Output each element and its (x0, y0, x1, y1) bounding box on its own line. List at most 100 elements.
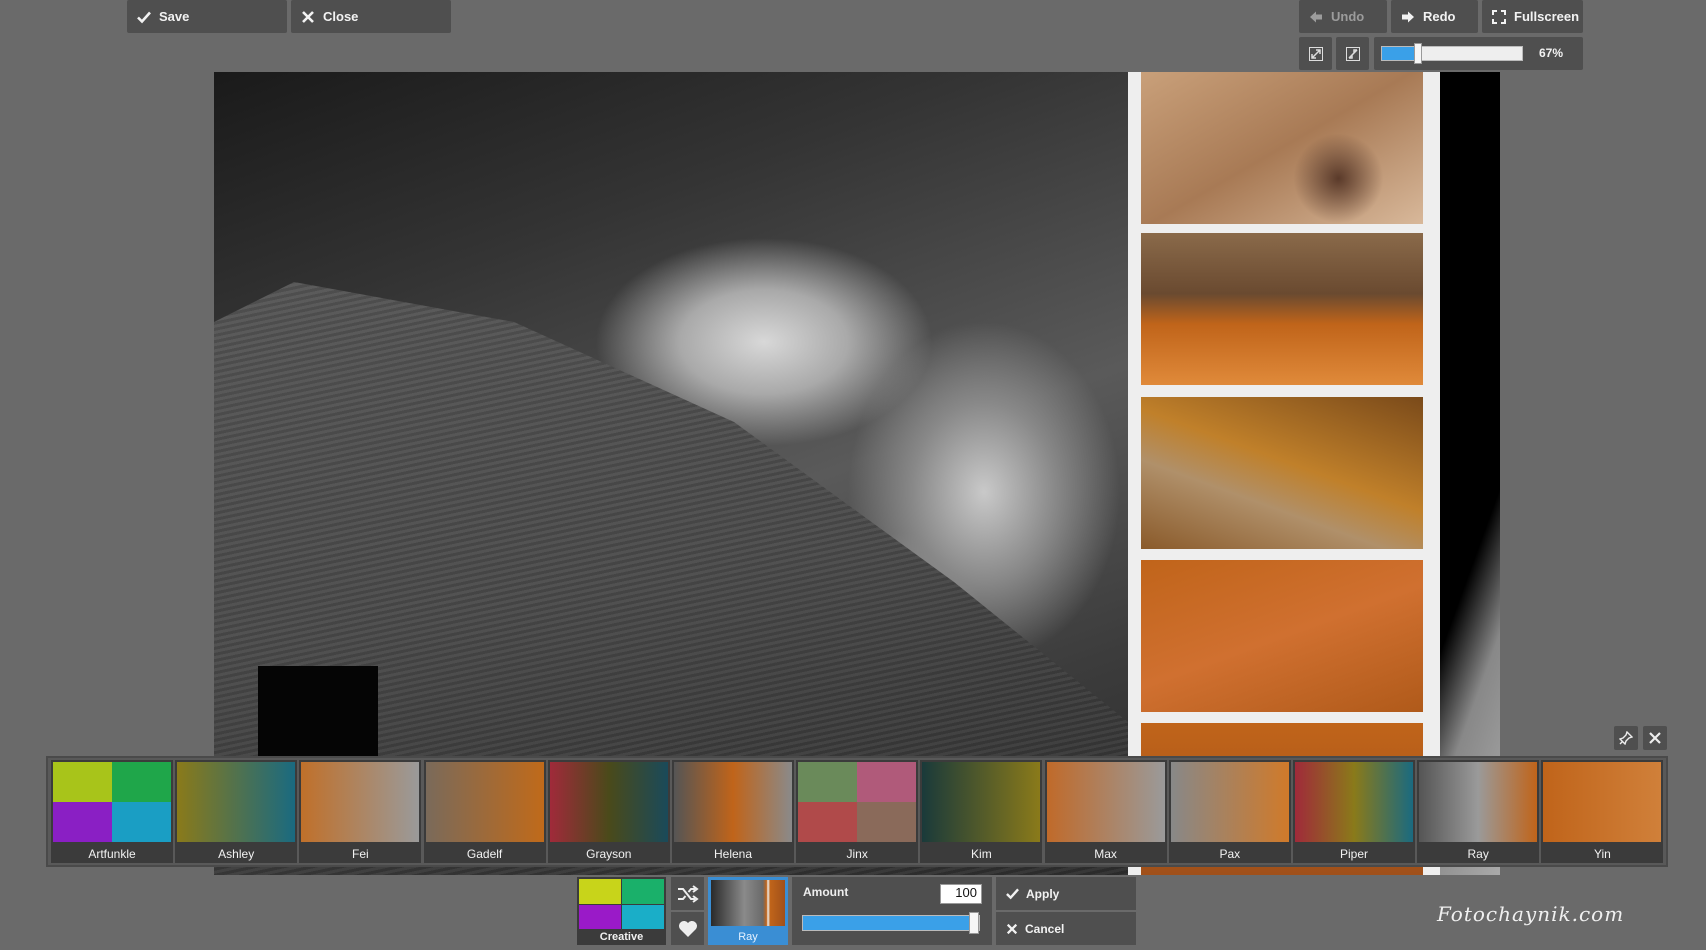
filter-thumbnail (1046, 762, 1165, 842)
save-label: Save (159, 9, 190, 24)
amount-slider-thumb[interactable] (969, 912, 979, 934)
filter-label: Jinx (846, 847, 868, 861)
zoom-slider-thumb[interactable] (1414, 43, 1423, 64)
close-icon (1006, 923, 1018, 934)
filter-strip: Artfunkle Ashley Fei Gadelf Grayson Helena Jin… (46, 756, 1668, 867)
filter-label: Max (1094, 847, 1117, 861)
watermark: Fotochaynik.com (1437, 902, 1625, 926)
zoom-slider[interactable] (1381, 43, 1523, 64)
filter-gadelf[interactable]: Gadelf (423, 760, 546, 863)
current-filter-thumbnail (711, 880, 785, 926)
filter-thumbnail (674, 762, 792, 842)
filter-thumbnail (53, 762, 171, 842)
apply-label: Apply (1026, 886, 1060, 901)
filter-thumbnail (1170, 762, 1289, 842)
cancel-button[interactable]: Cancel (996, 912, 1136, 945)
filter-label: Kim (971, 847, 992, 861)
redo-label: Redo (1423, 9, 1456, 24)
filter-thumbnail (425, 762, 544, 842)
filter-label: Ashley (218, 847, 255, 861)
filter-label: Ray (1467, 847, 1489, 861)
filter-label: Grayson (586, 847, 632, 861)
save-button[interactable]: Save (127, 0, 287, 33)
fullscreen-button[interactable]: Fullscreen (1482, 0, 1583, 33)
shuffle-icon (677, 884, 699, 903)
filter-label: Yin (1593, 847, 1611, 861)
fit-to-screen-button[interactable] (1299, 37, 1332, 70)
filter-thumbnail (1419, 762, 1538, 842)
filter-thumbnail (301, 762, 420, 842)
heart-icon (678, 920, 697, 937)
arrow-left-icon (1310, 11, 1322, 22)
amount-slider[interactable] (802, 912, 980, 934)
pin-button[interactable] (1614, 726, 1638, 750)
redo-button[interactable]: Redo (1391, 0, 1478, 33)
filter-yin[interactable]: Yin (1541, 760, 1664, 863)
filter-artfunkle[interactable]: Artfunkle (51, 760, 173, 863)
apply-button[interactable]: Apply (996, 877, 1136, 910)
filter-label: Fei (352, 847, 369, 861)
actual-size-icon (1345, 46, 1360, 61)
film-frame (1141, 233, 1423, 385)
tree-thumb (622, 904, 664, 929)
filter-panel-close-button[interactable] (1643, 726, 1667, 750)
photo-edge (1440, 72, 1500, 875)
tree-thumb (579, 904, 621, 929)
category-label: Creative (599, 931, 644, 943)
cancel-label: Cancel (1025, 921, 1065, 936)
checkmark-icon (137, 11, 151, 23)
undo-button[interactable]: Undo (1299, 0, 1387, 33)
film-frame (1141, 72, 1423, 224)
zoom-value: 67% (1539, 46, 1564, 60)
filter-helena[interactable]: Helena (672, 760, 794, 863)
shuffle-button[interactable] (671, 877, 704, 910)
amount-label: Amount (803, 885, 849, 899)
film-frame (1141, 397, 1423, 549)
filter-thumbnail (798, 762, 917, 842)
photo-film-strip (1128, 72, 1440, 875)
tree-thumb (579, 879, 621, 904)
filter-max[interactable]: Max (1044, 760, 1167, 863)
amount-control: Amount 100 (792, 877, 992, 945)
current-filter-label: Ray (738, 931, 758, 943)
filter-ashley[interactable]: Ashley (175, 760, 298, 863)
filter-thumbnail (1543, 762, 1662, 842)
close-icon (302, 10, 314, 23)
filter-pax[interactable]: Pax (1168, 760, 1291, 863)
filter-label: Pax (1219, 847, 1241, 861)
filter-fei[interactable]: Fei (299, 760, 422, 863)
filter-grayson[interactable]: Grayson (547, 760, 670, 863)
filter-jinx[interactable]: Jinx (796, 760, 919, 863)
tree-thumb (622, 879, 664, 904)
actual-size-button[interactable] (1336, 37, 1369, 70)
amount-slider-fill (803, 916, 979, 930)
pin-icon (1619, 731, 1633, 745)
category-thumbnail (579, 879, 664, 929)
category-creative[interactable]: Creative (577, 877, 666, 945)
filter-label: Piper (1339, 847, 1368, 861)
filter-label: Helena (713, 847, 753, 861)
close-icon (1649, 732, 1661, 744)
filter-thumbnail (177, 762, 296, 842)
close-label: Close (323, 9, 359, 24)
undo-label: Undo (1331, 9, 1365, 24)
filter-kim[interactable]: Kim (920, 760, 1043, 863)
filter-thumbnail (922, 762, 1041, 842)
filter-label: Gadelf (466, 847, 503, 861)
close-button[interactable]: Close (291, 0, 451, 33)
film-frame (1141, 560, 1423, 712)
photo-dark-square (258, 666, 378, 756)
photo-canvas[interactable] (214, 72, 1500, 875)
amount-input[interactable]: 100 (940, 884, 982, 904)
fit-to-screen-icon (1308, 46, 1323, 61)
filter-piper[interactable]: Piper (1293, 760, 1415, 863)
zoom-slider-fill (1382, 47, 1419, 60)
filter-thumbnail (549, 762, 668, 842)
current-filter[interactable]: Ray (708, 877, 788, 945)
fullscreen-label: Fullscreen (1514, 9, 1580, 24)
fullscreen-icon (1492, 9, 1506, 24)
arrow-right-icon (1402, 11, 1414, 22)
filter-thumbnail (1295, 762, 1413, 842)
favorites-button[interactable] (671, 912, 704, 945)
filter-ray[interactable]: Ray (1417, 760, 1540, 863)
